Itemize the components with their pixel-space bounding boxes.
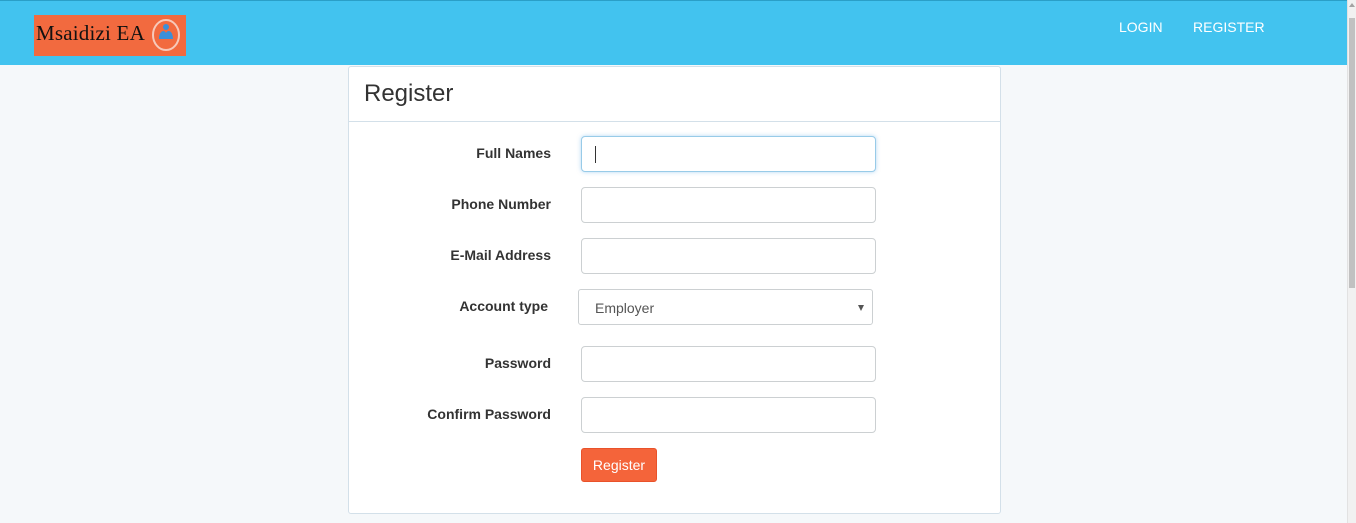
password-input[interactable]	[581, 346, 876, 382]
phone-number-label: Phone Number	[451, 196, 551, 212]
page-scrollbar[interactable]	[1347, 0, 1356, 523]
brand-logo[interactable]: Msaidizi EA	[34, 15, 186, 56]
scrollbar-thumb[interactable]	[1349, 18, 1355, 288]
full-names-input[interactable]	[581, 136, 876, 172]
text-cursor	[595, 146, 596, 163]
password-label: Password	[484, 355, 551, 371]
scroll-up-arrow-icon[interactable]	[1349, 3, 1355, 7]
email-label: E-Mail Address	[450, 247, 551, 263]
confirm-password-input[interactable]	[581, 397, 876, 433]
register-button[interactable]: Register	[581, 448, 657, 482]
page-title: Register	[364, 80, 454, 107]
email-input[interactable]	[581, 238, 876, 274]
hands-heart-icon	[152, 19, 180, 51]
phone-number-input[interactable]	[581, 187, 876, 223]
account-type-label: Account type	[459, 298, 548, 314]
nav-login-link[interactable]: LOGIN	[1119, 19, 1163, 35]
confirm-password-label: Confirm Password	[427, 406, 551, 422]
full-names-label: Full Names	[476, 145, 551, 161]
brand-name: Msaidizi EA	[36, 21, 145, 45]
top-navbar: Msaidizi EA LOGIN REGISTER	[0, 0, 1348, 65]
account-type-selected: Employer	[595, 300, 655, 316]
nav-register-link[interactable]: REGISTER	[1193, 19, 1265, 35]
panel-heading: Register	[349, 67, 1000, 122]
chevron-down-icon	[858, 305, 864, 311]
account-type-select[interactable]: Employer	[578, 289, 873, 325]
